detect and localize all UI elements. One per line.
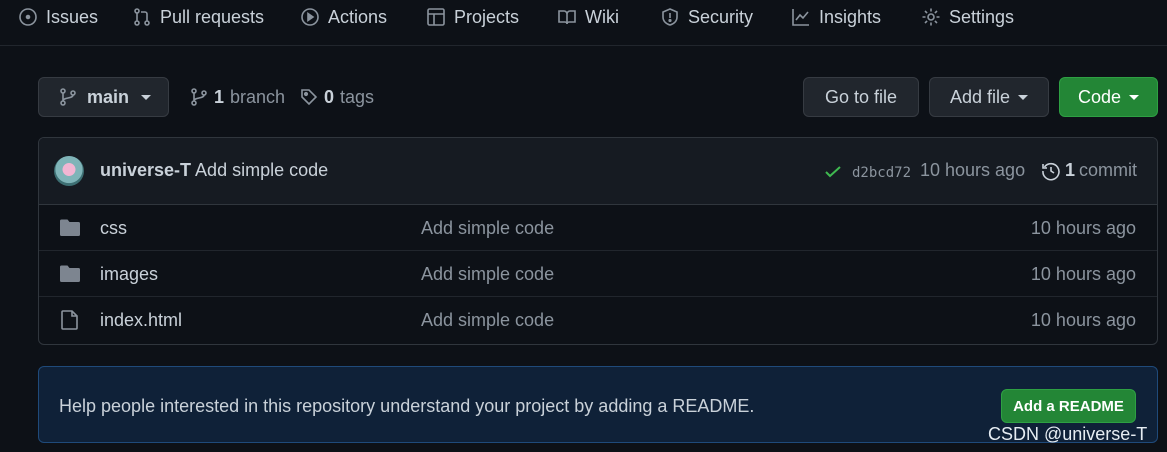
add-readme-label: Add a README	[1013, 397, 1124, 415]
file-list-box: universe-T Add simple code d2bcd72 10 ho…	[38, 137, 1158, 345]
tab-settings[interactable]: Settings	[921, 4, 1014, 30]
chevron-down-icon	[1018, 94, 1029, 100]
file-icon	[61, 310, 78, 330]
folder-icon	[60, 219, 80, 236]
tab-projects[interactable]: Projects	[426, 4, 519, 30]
shield-icon	[662, 8, 678, 26]
branch-label: branch	[230, 86, 286, 107]
folder-icon	[60, 265, 80, 282]
tab-security[interactable]: Security	[660, 4, 753, 30]
tab-actions[interactable]: Actions	[300, 4, 387, 30]
chevron-down-icon	[141, 94, 152, 100]
commit-author[interactable]: universe-T	[100, 160, 191, 180]
file-commit-message[interactable]: Add simple code	[421, 218, 554, 239]
commit-message[interactable]: Add simple code	[195, 160, 328, 180]
add-file-label: Add file	[949, 86, 1011, 107]
file-row: images Add simple code 10 hours ago	[39, 251, 1157, 297]
branch-select-button[interactable]: main	[38, 77, 169, 117]
code-button[interactable]: Code	[1059, 77, 1158, 117]
avatar[interactable]	[54, 156, 84, 186]
commit-label: commit	[1079, 160, 1138, 180]
add-readme-button[interactable]: Add a README	[1001, 389, 1136, 423]
commit-count: 1	[1065, 160, 1076, 180]
branch-icon	[60, 88, 76, 106]
commit-summary: universe-T Add simple code	[100, 160, 328, 181]
tags-link[interactable]: 0 tags	[300, 84, 374, 110]
tab-label: Security	[688, 6, 754, 27]
tab-label: Settings	[949, 6, 1015, 27]
tab-label: Wiki	[585, 6, 619, 27]
file-time: 10 hours ago	[1030, 218, 1136, 238]
repo-nav: Issues Pull requests Actions Projects Wi…	[0, 0, 1167, 46]
branch-name: main	[87, 86, 130, 107]
code-label: Code	[1077, 86, 1122, 107]
file-name[interactable]: images	[100, 264, 158, 285]
tab-label: Projects	[454, 6, 520, 27]
branches-link[interactable]: 1 branch	[190, 84, 285, 110]
watermark: CSDN @universe-T	[988, 424, 1148, 444]
pull-request-icon	[134, 8, 150, 26]
chevron-down-icon	[1129, 94, 1140, 100]
file-row: index.html Add simple code 10 hours ago	[39, 297, 1157, 343]
branch-icon	[191, 88, 207, 106]
file-time: 10 hours ago	[1030, 310, 1136, 330]
tag-label: tags	[340, 86, 375, 107]
issues-icon	[19, 8, 37, 26]
file-commit-message[interactable]: Add simple code	[421, 310, 554, 331]
graph-icon	[792, 9, 809, 26]
tag-icon	[301, 89, 318, 106]
tab-label: Issues	[46, 6, 99, 27]
go-to-file-button[interactable]: Go to file	[803, 77, 919, 117]
latest-commit-row: universe-T Add simple code d2bcd72 10 ho…	[39, 138, 1157, 205]
tab-insights[interactable]: Insights	[791, 4, 881, 30]
commit-time: 10 hours ago	[920, 160, 1026, 180]
wiki-icon	[558, 10, 576, 25]
file-time: 10 hours ago	[1030, 264, 1136, 284]
tab-pull-requests[interactable]: Pull requests	[132, 4, 264, 30]
add-file-button[interactable]: Add file	[929, 77, 1049, 117]
file-row: css Add simple code 10 hours ago	[39, 205, 1157, 251]
branch-count: 1	[214, 86, 225, 107]
projects-icon	[427, 8, 445, 26]
file-name[interactable]: index.html	[100, 310, 182, 331]
check-icon[interactable]	[823, 162, 843, 182]
tab-label: Pull requests	[160, 6, 265, 27]
tag-count: 0	[324, 86, 335, 107]
file-name[interactable]: css	[100, 218, 127, 239]
tab-label: Actions	[328, 6, 388, 27]
commit-sha[interactable]: d2bcd72	[852, 165, 911, 181]
commit-history-link[interactable]: 1 commit	[1041, 160, 1137, 181]
tab-wiki[interactable]: Wiki	[557, 4, 619, 30]
file-commit-message[interactable]: Add simple code	[421, 264, 554, 285]
go-to-file-label: Go to file	[824, 86, 898, 107]
tab-issues[interactable]: Issues	[18, 4, 98, 30]
actions-icon	[301, 8, 319, 26]
history-icon	[1042, 162, 1060, 180]
readme-prompt-text: Help people interested in this repositor…	[59, 396, 755, 416]
gear-icon	[922, 8, 940, 26]
tab-label: Insights	[819, 6, 882, 27]
